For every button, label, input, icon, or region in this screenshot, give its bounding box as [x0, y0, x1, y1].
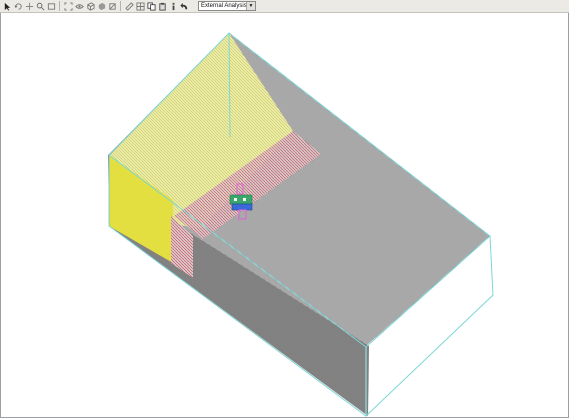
- wireframe-icon[interactable]: [85, 1, 95, 11]
- view-icon[interactable]: [74, 1, 84, 11]
- main-toolbar: External Analysis ▼: [0, 0, 569, 13]
- arrow-back-icon[interactable]: [179, 1, 189, 11]
- pan-icon[interactable]: [24, 1, 34, 11]
- paste-icon[interactable]: [157, 1, 167, 11]
- building-base-green: [229, 194, 253, 205]
- zoom-window-icon[interactable]: [46, 1, 56, 11]
- grid-icon[interactable]: [135, 1, 145, 11]
- measure-icon[interactable]: [124, 1, 134, 11]
- rotate-icon[interactable]: [13, 1, 23, 11]
- toolbar-separator: [120, 1, 121, 11]
- chevron-down-icon[interactable]: ▼: [246, 2, 255, 10]
- pointer-icon[interactable]: [2, 1, 12, 11]
- toolbar-separator: [59, 1, 60, 11]
- info-icon[interactable]: [168, 1, 178, 11]
- 3d-viewport[interactable]: [1, 14, 568, 417]
- zoom-fit-icon[interactable]: [63, 1, 73, 11]
- building-window: [243, 198, 246, 201]
- building-window: [234, 198, 237, 201]
- building-base-blue: [231, 203, 253, 211]
- shade-icon[interactable]: [96, 1, 106, 11]
- zoom-icon[interactable]: [35, 1, 45, 11]
- section-icon[interactable]: [107, 1, 117, 11]
- model-canvas[interactable]: [1, 14, 568, 417]
- copy-icon[interactable]: [146, 1, 156, 11]
- analysis-mode-dropdown[interactable]: External Analysis ▼: [198, 1, 256, 11]
- analysis-mode-value: External Analysis: [201, 3, 247, 9]
